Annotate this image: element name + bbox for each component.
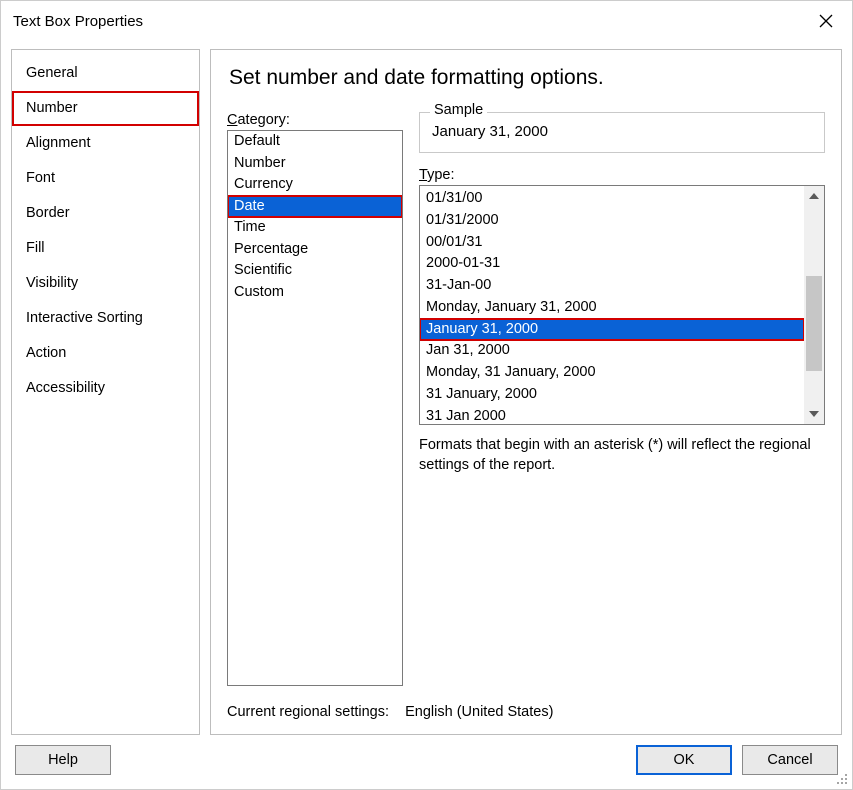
category-item[interactable]: Date — [228, 196, 402, 218]
sample-legend: Sample — [430, 102, 487, 118]
type-item[interactable]: Monday, January 31, 2000 — [420, 297, 804, 319]
nav-item-general[interactable]: General — [12, 56, 199, 91]
close-icon — [819, 14, 833, 28]
main-panel: Set number and date formatting options. … — [210, 49, 842, 735]
category-item[interactable]: Percentage — [228, 239, 402, 261]
category-item[interactable]: Scientific — [228, 260, 402, 282]
chevron-down-icon — [809, 411, 819, 417]
nav-item-border[interactable]: Border — [12, 196, 199, 231]
regional-value: English (United States) — [405, 704, 553, 720]
scroll-down-button[interactable] — [804, 404, 824, 424]
resize-grip-icon[interactable] — [834, 771, 848, 785]
nav-item-fill[interactable]: Fill — [12, 231, 199, 266]
type-item[interactable]: 01/31/2000 — [420, 210, 804, 232]
nav-item-interactive-sorting[interactable]: Interactive Sorting — [12, 301, 199, 336]
sample-group: Sample January 31, 2000 — [419, 112, 825, 153]
type-item[interactable]: 31 Jan 2000 — [420, 406, 804, 425]
titlebar: Text Box Properties — [1, 1, 852, 41]
type-item[interactable]: 2000-01-31 — [420, 253, 804, 275]
type-item[interactable]: 00/01/31 — [420, 232, 804, 254]
category-listbox[interactable]: DefaultNumberCurrencyDateTimePercentageS… — [227, 130, 403, 686]
category-label: Category: — [227, 112, 403, 128]
content-area: GeneralNumberAlignmentFontBorderFillVisi… — [1, 41, 852, 735]
category-item[interactable]: Time — [228, 217, 402, 239]
type-item[interactable]: 01/31/00 — [420, 188, 804, 210]
nav-item-action[interactable]: Action — [12, 336, 199, 371]
nav-item-accessibility[interactable]: Accessibility — [12, 371, 199, 406]
nav-item-font[interactable]: Font — [12, 161, 199, 196]
sample-value: January 31, 2000 — [432, 123, 814, 140]
type-item[interactable]: 31-Jan-00 — [420, 275, 804, 297]
category-item[interactable]: Custom — [228, 282, 402, 304]
type-listbox[interactable]: 01/31/0001/31/200000/01/312000-01-3131-J… — [419, 185, 825, 425]
type-item[interactable]: Monday, 31 January, 2000 — [420, 362, 804, 384]
type-item[interactable]: January 31, 2000 — [420, 319, 804, 341]
nav-panel: GeneralNumberAlignmentFontBorderFillVisi… — [11, 49, 200, 735]
format-help-text: Formats that begin with an asterisk (*) … — [419, 435, 825, 476]
type-label: Type: — [419, 167, 825, 183]
close-button[interactable] — [810, 7, 842, 35]
nav-item-alignment[interactable]: Alignment — [12, 126, 199, 161]
scrollbar[interactable] — [804, 186, 824, 424]
ok-button[interactable]: OK — [636, 745, 732, 775]
nav-item-number[interactable]: Number — [12, 91, 199, 126]
category-column: Category: DefaultNumberCurrencyDateTimeP… — [227, 112, 403, 686]
type-list-inner: 01/31/0001/31/200000/01/312000-01-3131-J… — [420, 186, 804, 424]
scroll-up-button[interactable] — [804, 186, 824, 206]
settings-row: Category: DefaultNumberCurrencyDateTimeP… — [227, 112, 825, 686]
nav-item-visibility[interactable]: Visibility — [12, 266, 199, 301]
category-item[interactable]: Number — [228, 153, 402, 175]
footer: Help OK Cancel — [1, 735, 852, 789]
type-item[interactable]: 31 January, 2000 — [420, 384, 804, 406]
scroll-thumb[interactable] — [806, 276, 822, 371]
dialog-window: Text Box Properties GeneralNumberAlignme… — [0, 0, 853, 790]
type-item[interactable]: Jan 31, 2000 — [420, 340, 804, 362]
right-column: Sample January 31, 2000 Type: 01/31/0001… — [419, 112, 825, 686]
regional-settings: Current regional settings: English (Unit… — [227, 704, 825, 720]
chevron-up-icon — [809, 193, 819, 199]
window-title: Text Box Properties — [13, 13, 143, 30]
type-wrap: Type: 01/31/0001/31/200000/01/312000-01-… — [419, 167, 825, 425]
page-heading: Set number and date formatting options. — [229, 66, 825, 90]
cancel-button[interactable]: Cancel — [742, 745, 838, 775]
category-item[interactable]: Default — [228, 131, 402, 153]
category-item[interactable]: Currency — [228, 174, 402, 196]
help-button[interactable]: Help — [15, 745, 111, 775]
regional-label: Current regional settings: — [227, 704, 389, 720]
